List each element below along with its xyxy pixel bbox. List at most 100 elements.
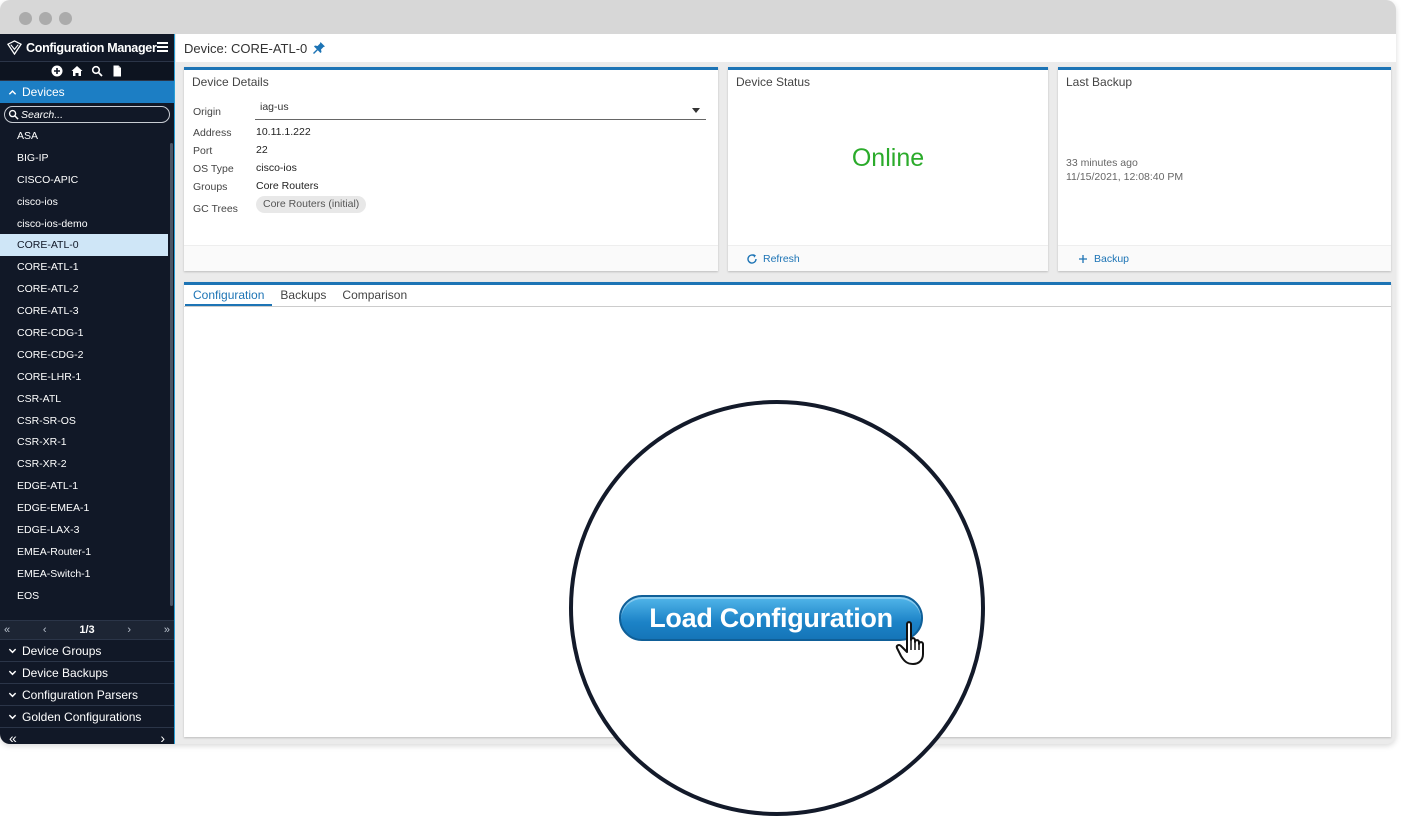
tab-comparison[interactable]: Comparison (334, 285, 415, 306)
origin-label: Origin (193, 106, 222, 118)
device-list-item[interactable]: CORE-ATL-3 (0, 300, 168, 322)
pin-icon[interactable] (312, 41, 326, 55)
device-details-title: Device Details (192, 75, 269, 89)
address-label: Address (193, 127, 232, 139)
expand-sidebar-button[interactable]: › (160, 730, 165, 744)
first-page-button[interactable]: « (4, 624, 10, 636)
os-type-label: OS Type (193, 163, 234, 175)
device-search-wrap: Search... (0, 103, 174, 125)
section-configuration-parsers[interactable]: Configuration Parsers (0, 683, 174, 705)
os-type-value: cisco-ios (256, 162, 297, 174)
hand-cursor-icon (895, 621, 924, 665)
load-configuration-button[interactable]: Load Configuration (619, 595, 923, 641)
groups-value: Core Routers (256, 180, 319, 192)
section-label: Device Backups (22, 665, 109, 680)
refresh-button[interactable]: Refresh (746, 253, 800, 265)
last-backup-card: Last Backup 33 minutes ago 11/15/2021, 1… (1058, 67, 1391, 271)
device-list-item-selected[interactable]: CORE-ATL-0 (0, 234, 168, 257)
device-list-item[interactable]: EDGE-EMEA-1 (0, 497, 168, 519)
window-zoom-dot[interactable] (59, 12, 72, 25)
plus-icon (1079, 254, 1087, 263)
add-icon[interactable] (51, 65, 63, 77)
port-value: 22 (256, 144, 268, 156)
sidebar-footer: « › (0, 727, 174, 744)
devices-section-label: Devices (22, 85, 65, 99)
device-list-item[interactable]: CORE-ATL-2 (0, 278, 168, 300)
page-title: Device: CORE-ATL-0 (184, 40, 308, 56)
sidebar-header: Configuration Manager (0, 34, 174, 62)
home-icon[interactable] (71, 65, 83, 77)
device-list-item[interactable]: CORE-CDG-1 (0, 322, 168, 344)
device-list-item[interactable]: CISCO-APIC (0, 169, 168, 191)
window-close-dot[interactable] (19, 12, 32, 25)
device-list-item[interactable]: CORE-ATL-1 (0, 256, 168, 278)
devices-section-header[interactable]: Devices (0, 81, 174, 103)
chevron-down-icon (8, 714, 17, 720)
device-list-item[interactable]: cisco-ios-demo (0, 213, 168, 235)
device-list-item[interactable]: CORE-LHR-1 (0, 366, 168, 388)
device-list-scrollbar[interactable] (170, 143, 173, 606)
sidebar: Configuration Manager Devices Search... … (0, 34, 175, 744)
section-device-groups[interactable]: Device Groups (0, 639, 174, 661)
device-list-item[interactable]: CSR-XR-2 (0, 453, 168, 475)
caret-down-icon (692, 108, 700, 113)
device-list-item[interactable]: CORE-CDG-2 (0, 344, 168, 366)
search-icon (8, 109, 19, 120)
device-list-item[interactable]: ASA (0, 125, 168, 147)
device-list-item[interactable]: CSR-ATL (0, 388, 168, 410)
device-status-title: Device Status (736, 75, 811, 89)
device-list-item[interactable]: EMEA-Switch-1 (0, 563, 168, 585)
device-list-item[interactable]: EMEA-Router-1 (0, 541, 168, 563)
gc-tree-chip[interactable]: Core Routers (initial) (256, 196, 367, 213)
zoom-callout: Load Configuration (569, 400, 985, 816)
search-placeholder: Search... (21, 108, 64, 121)
port-label: Port (193, 145, 213, 157)
sidebar-toolbar (0, 62, 174, 81)
device-list-item[interactable]: EOS (0, 585, 168, 607)
device-list-pager: « ‹ 1/3 › » (0, 620, 174, 639)
device-details-footer (184, 245, 718, 271)
device-status-card: Device Status Online Refresh (728, 67, 1048, 271)
tab-backups[interactable]: Backups (272, 285, 334, 306)
refresh-label: Refresh (763, 252, 800, 265)
section-label: Configuration Parsers (22, 687, 139, 702)
tab-bar: Configuration Backups Comparison (184, 285, 1391, 307)
last-backup-timestamp: 11/15/2021, 12:08:40 PM (1066, 171, 1184, 183)
backup-button[interactable]: Backup (1078, 253, 1129, 265)
last-backup-title: Last Backup (1066, 75, 1133, 89)
section-label: Device Groups (22, 643, 102, 658)
device-list-item[interactable]: CSR-XR-1 (0, 431, 168, 453)
menu-icon[interactable] (157, 42, 168, 52)
last-page-button[interactable]: » (164, 624, 170, 636)
chevron-down-icon (8, 648, 17, 654)
app-logo-icon (7, 40, 22, 55)
device-status-footer: Refresh (728, 245, 1048, 271)
prev-page-button[interactable]: ‹ (43, 624, 47, 636)
collapse-sidebar-button[interactable]: « (9, 730, 17, 744)
window-titlebar (0, 0, 1396, 34)
refresh-icon (747, 253, 757, 264)
chevron-down-icon (8, 670, 17, 676)
device-status-value: Online (851, 144, 925, 172)
document-icon[interactable] (111, 65, 123, 77)
device-list-item[interactable]: EDGE-LAX-3 (0, 519, 168, 541)
window-minimize-dot[interactable] (39, 12, 52, 25)
search-icon[interactable] (91, 65, 103, 77)
section-label: Golden Configurations (22, 709, 142, 724)
device-list-item[interactable]: EDGE-ATL-1 (0, 475, 168, 497)
device-list-item[interactable]: BIG-IP (0, 147, 168, 169)
section-device-backups[interactable]: Device Backups (0, 661, 174, 683)
last-backup-footer: Backup (1058, 245, 1391, 271)
device-list-item[interactable]: CSR-SR-OS (0, 410, 168, 432)
device-list-item[interactable]: cisco-ios (0, 191, 168, 213)
origin-value: iag-us (260, 101, 289, 113)
gc-trees-label: GC Trees (193, 203, 238, 215)
origin-select[interactable]: iag-us (255, 101, 706, 120)
app-title: Configuration Manager (26, 40, 157, 55)
next-page-button[interactable]: › (127, 624, 131, 636)
tab-configuration[interactable]: Configuration (185, 285, 273, 306)
section-golden-configurations[interactable]: Golden Configurations (0, 705, 174, 727)
last-backup-relative: 33 minutes ago (1066, 157, 1138, 169)
device-search-input[interactable]: Search... (4, 106, 170, 123)
device-details-card: Device Details Origin iag-us Address 10.… (184, 67, 718, 271)
